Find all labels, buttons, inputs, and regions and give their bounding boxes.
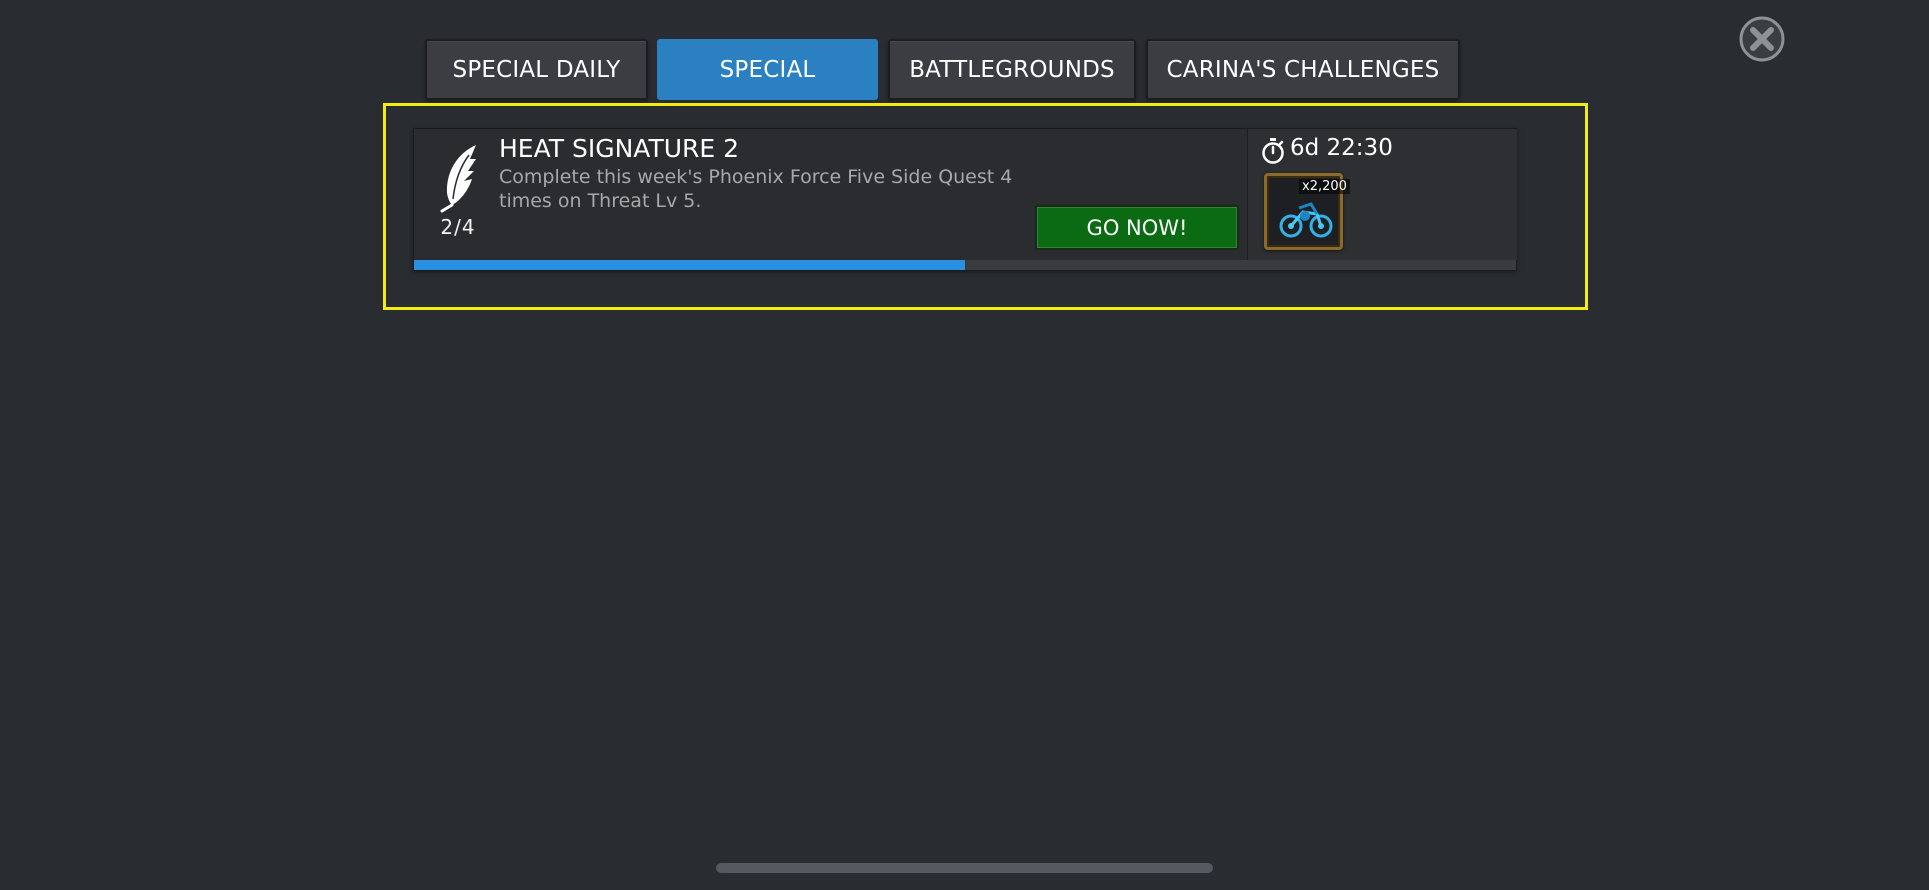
tab-special-daily[interactable]: SPECIAL DAILY (425, 39, 648, 100)
quest-progress-count: 2/4 (440, 215, 476, 239)
quest-progress-fill (414, 260, 965, 270)
tab-label: SPECIAL (719, 56, 816, 83)
quest-description: Complete this week's Phoenix Force Five … (499, 166, 1013, 212)
stopwatch-icon (1262, 138, 1284, 164)
reward-panel: 6d 22:30 x2,200 (1247, 129, 1517, 260)
close-button[interactable] (1738, 15, 1786, 63)
close-circle-icon (1739, 16, 1785, 62)
tab-label: BATTLEGROUNDS (909, 56, 1115, 83)
quest-progress-bar (414, 260, 1516, 270)
quest-card: 2/4 HEAT SIGNATURE 2 Complete this week'… (413, 128, 1517, 270)
tab-label: SPECIAL DAILY (452, 56, 621, 83)
tab-battlegrounds[interactable]: BATTLEGROUNDS (888, 39, 1136, 100)
tab-special[interactable]: SPECIAL (657, 39, 878, 100)
home-indicator[interactable] (716, 863, 1213, 873)
tab-label: CARINA'S CHALLENGES (1166, 56, 1440, 83)
quest-title: HEAT SIGNATURE 2 (499, 134, 740, 163)
go-now-button[interactable]: GO NOW! (1035, 205, 1239, 250)
reward-item[interactable]: x2,200 (1264, 173, 1350, 250)
quest-timer: 6d 22:30 (1290, 135, 1393, 161)
go-now-label: GO NOW! (1086, 215, 1188, 240)
phoenix-feather-icon (440, 145, 476, 213)
blue-orb-bike-icon (1279, 202, 1333, 238)
tab-carinas-challenges[interactable]: CARINA'S CHALLENGES (1146, 39, 1460, 100)
reward-quantity: x2,200 (1299, 179, 1350, 194)
